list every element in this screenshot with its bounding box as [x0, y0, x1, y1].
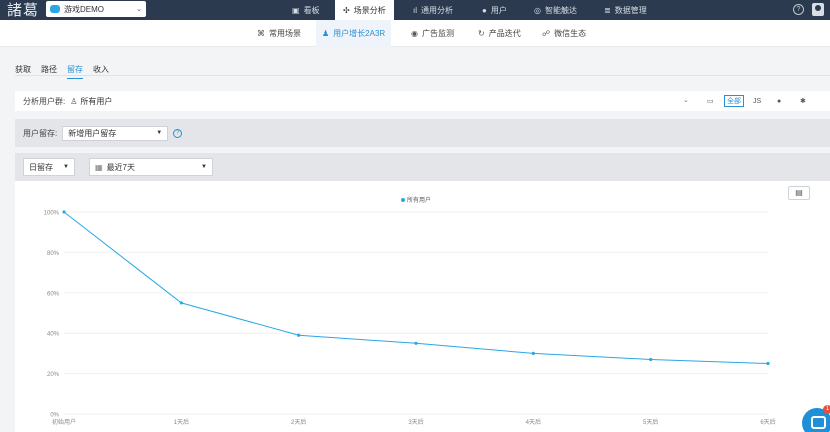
legend-label: 所有用户 [407, 196, 431, 204]
js-icon[interactable]: JS [753, 95, 761, 107]
y-tick-label: 40% [47, 332, 60, 338]
caret-down-icon: ▼ [63, 164, 69, 170]
subnav-item-label: 产品迭代 [488, 29, 521, 38]
period-row: 日留存 ▼ ▦ 最近7天 ▼ [15, 153, 830, 181]
subnav-item-label: 微信生态 [554, 29, 587, 38]
sub-nav: ⌘ 常用场景 ♟ 用户增长2A3R ◉ 广告监测 ↻ 产品迭代 ☍ 微信生态 [0, 20, 830, 47]
nav-item-data-management[interactable]: ≣ 数据管理 [604, 0, 647, 20]
period-type-value: 日留存 [29, 162, 53, 172]
bar-chart-icon: ıl [413, 5, 417, 15]
nav-item-label: 看板 [303, 5, 320, 15]
tab-retention[interactable]: 留存 [67, 64, 83, 79]
retention-type-label: 用户留存: [23, 128, 58, 138]
caret-down-icon: ▼ [156, 130, 163, 136]
subnav-item-product-iteration[interactable]: ↻ 产品迭代 [478, 20, 521, 47]
y-tick-label: 60% [47, 291, 60, 297]
x-tick-label: 4天后 [526, 418, 541, 426]
cycle-icon: ↻ [478, 29, 485, 38]
chevron-down-icon[interactable]: ⌄ [683, 96, 689, 104]
data-point [649, 357, 653, 362]
y-tick-label: 0% [50, 413, 59, 419]
retention-type-value: 新增用户留存 [68, 128, 117, 138]
user-group-select[interactable]: 所有用户 [80, 96, 112, 107]
x-tick-label: 5天后 [643, 418, 658, 426]
nav-item-scene-analysis[interactable]: ✣ 场景分析 [335, 0, 394, 20]
x-tick-label: 1天后 [174, 418, 189, 426]
user-group-icon: ♙ [70, 96, 78, 106]
top-nav: 諸葛 游戏DEMO ⌄ ▣ 看板 ✣ 场景分析 ıl 通用分析 ● 用户 ◎ 智… [0, 0, 830, 20]
ad-icon: ◉ [411, 29, 418, 38]
caret-down-icon: ▼ [201, 164, 207, 170]
x-tick-label: 6天后 [760, 418, 775, 426]
user-growth-icon: ♟ [322, 29, 330, 38]
chart-card: ▤ 0% 20% 40% 60% 80% 100% 初始用户 1天后 2天后 3天后 4天后 5天后 6… [15, 181, 830, 432]
tab-revenue[interactable]: 收入 [93, 64, 109, 79]
grid-icon: ⌘ [257, 29, 265, 38]
data-point [414, 341, 418, 345]
retention-type-select[interactable]: 新增用户留存 ▼ [62, 125, 169, 141]
x-tick-label: 初始用户 [52, 418, 76, 426]
retention-line-chart: 0% 20% 40% 60% 80% 100% 初始用户 1天后 2天后 3天后 4天后 5天后 6天后… [44, 196, 776, 426]
wechat-icon: ☍ [542, 29, 551, 38]
nav-item-label: 数据管理 [614, 5, 647, 15]
monitor-icon[interactable]: ▭ [707, 95, 714, 107]
subnav-item-user-growth[interactable]: ♟ 用户增长2A3R [316, 20, 392, 47]
app-select[interactable]: 游戏DEMO ⌄ [46, 1, 146, 17]
main-content: 获取 路径 留存 收入 分析用户群: ♙ 所有用户 ⌄ ▭ 全部 JS ● ✱ … [0, 47, 830, 432]
y-tick-label: 100% [44, 211, 60, 217]
nav-item-label: 用户 [490, 5, 507, 15]
dashboard-icon: ▣ [292, 5, 300, 15]
gamepad-icon [50, 5, 60, 13]
analysis-tabs: 获取 路径 留存 收入 [15, 64, 109, 79]
help-icon[interactable]: ? [793, 4, 804, 15]
nav-item-dashboard[interactable]: ▣ 看板 [292, 0, 320, 20]
app-select-value: 游戏DEMO [64, 4, 104, 14]
chevron-down-icon: ⌄ [136, 6, 142, 13]
tab-divider [15, 75, 830, 76]
x-tick-label: 3天后 [408, 418, 423, 426]
apple-icon[interactable]: ● [777, 95, 781, 107]
y-tick-label: 20% [47, 372, 60, 378]
subnav-item-label: 常用场景 [269, 29, 301, 38]
calendar-icon: ▦ [95, 162, 103, 172]
subnav-item-label: 用户增长2A3R [333, 29, 386, 38]
series-line [63, 211, 769, 364]
date-range-value: 最近7天 [106, 162, 136, 172]
user-group-filter: 分析用户群: ♙ 所有用户 ⌄ ▭ 全部 JS ● ✱ [15, 91, 830, 111]
logo[interactable]: 諸葛 [7, 1, 39, 19]
user-group-label: 分析用户群: [23, 96, 66, 106]
legend-marker [401, 198, 405, 202]
data-point [179, 301, 183, 305]
y-tick-label: 80% [47, 251, 60, 257]
data-point [531, 351, 535, 355]
help-icon[interactable]: ? [173, 128, 183, 138]
date-range-select[interactable]: ▦ 最近7天 ▼ [89, 158, 213, 176]
period-type-select[interactable]: 日留存 ▼ [23, 158, 75, 176]
nav-item-label: 场景分析 [353, 5, 386, 15]
tab-path[interactable]: 路径 [41, 64, 57, 79]
notification-badge: 1 [823, 405, 830, 414]
data-icon: ≣ [604, 5, 611, 15]
nav-item-smart-reach[interactable]: ◎ 智能触达 [534, 0, 577, 20]
x-tick-label: 2天后 [291, 418, 306, 426]
nav-item-general-analysis[interactable]: ıl 通用分析 [413, 0, 453, 20]
retention-type-row: 用户留存: 新增用户留存 ▼ ? [15, 119, 830, 147]
avatar[interactable] [812, 3, 824, 16]
subnav-item-wechat[interactable]: ☍ 微信生态 [542, 20, 586, 47]
data-point [62, 210, 66, 214]
scene-icon: ✣ [343, 5, 350, 15]
data-point [297, 333, 301, 337]
target-icon: ◎ [534, 5, 541, 15]
subnav-item-label: 广告监测 [421, 29, 454, 38]
nav-item-users[interactable]: ● 用户 [482, 0, 507, 20]
subnav-item-common-scenes[interactable]: ⌘ 常用场景 [257, 20, 301, 47]
platform-all-button[interactable]: 全部 [724, 95, 744, 107]
nav-item-label: 智能触达 [544, 5, 577, 15]
android-icon[interactable]: ✱ [800, 95, 806, 107]
user-icon: ● [482, 5, 487, 15]
subnav-item-ad-monitoring[interactable]: ◉ 广告监测 [411, 20, 454, 47]
tab-acquisition[interactable]: 获取 [15, 64, 31, 79]
nav-item-label: 通用分析 [421, 5, 453, 15]
data-point [766, 361, 770, 366]
